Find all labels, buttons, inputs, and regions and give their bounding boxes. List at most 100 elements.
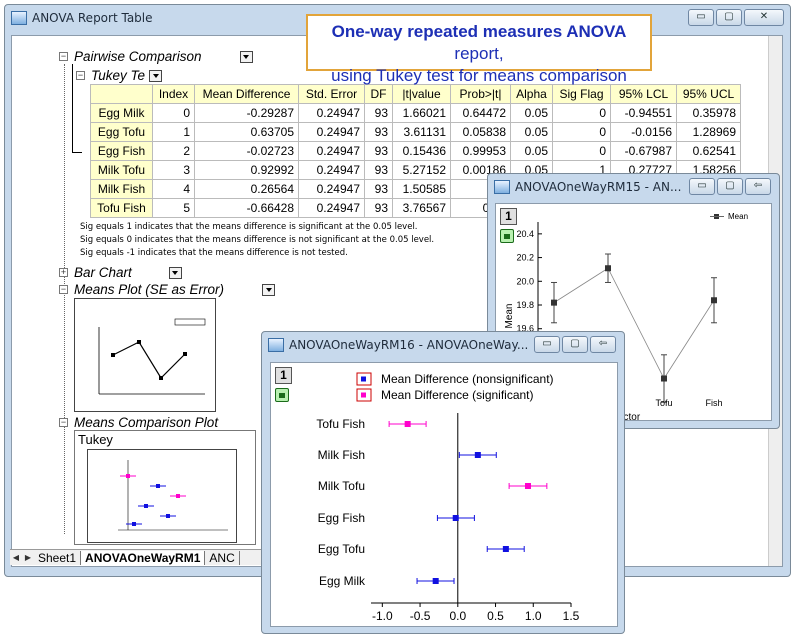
legend-label: Mean [728, 212, 748, 221]
layer-number[interactable]: 1 [275, 367, 292, 384]
table-cell: 0 [552, 122, 611, 142]
table-row[interactable]: Egg Fish 2 -0.02723 0.24947 93 0.15436 0.99953… [90, 141, 741, 161]
data-point [711, 297, 717, 304]
tab-scroll-right-icon[interactable]: ▶ [22, 553, 34, 562]
table-cell: -0.67987 [610, 141, 677, 161]
means-plot-thumbnail-graphic [98, 318, 206, 395]
column-header: Std. Error [298, 84, 365, 104]
worksheet-icon [11, 11, 27, 25]
sheet-tab[interactable]: ANC [205, 550, 240, 565]
table-row[interactable]: Egg Milk 0 -0.29287 0.24947 93 1.66021 0.64472… [90, 103, 741, 123]
collapse-icon[interactable]: − [59, 52, 68, 61]
table-row[interactable]: Egg Tofu 1 0.63705 0.24947 93 3.61131 0.05838 0… [90, 122, 741, 142]
column-header: |t|value [392, 84, 451, 104]
restore-button[interactable]: ⇦ [590, 336, 616, 353]
table-cell: 0.05 [510, 122, 553, 142]
y-tick-label: 20.2 [516, 253, 534, 263]
restore-button[interactable]: ⇦ [745, 178, 771, 195]
mean-diff-point [474, 452, 481, 458]
section-pairwise[interactable]: − Pairwise Comparison [59, 49, 253, 64]
table-cell: 93 [364, 160, 393, 180]
mean-diff-point [524, 483, 531, 489]
table-cell: 93 [364, 122, 393, 142]
sheet-tab-bar: ◀ ▶ Sheet1 ANOVAOneWayRM1 ANC [10, 549, 268, 565]
means-plot-thumbnail[interactable] [74, 298, 216, 412]
table-cell: 1.66021 [392, 103, 451, 123]
table-cell: 1 [152, 122, 195, 142]
section-means-plot[interactable]: − Means Plot (SE as Error) [59, 282, 276, 297]
row-label: Tofu Fish [90, 198, 153, 218]
table-cell: 0.05838 [450, 122, 511, 142]
graph16-page: 1 Mean Difference (nonsignificant) Mean D… [270, 362, 618, 627]
row-label: Milk Fish [90, 179, 153, 199]
sheet-tab-active[interactable]: ANOVAOneWayRM1 [81, 550, 206, 565]
row-label: Egg Fish [90, 141, 153, 161]
y-category-label: Egg Fish [318, 511, 365, 525]
table-cell: -0.0156 [610, 122, 677, 142]
table-cell: 0.92992 [194, 160, 299, 180]
y-category-label: Egg Milk [319, 574, 366, 588]
table-cell: 0.26564 [194, 179, 299, 199]
layer-number[interactable]: 1 [500, 208, 517, 225]
mc-thumbnail[interactable] [87, 449, 237, 543]
x-tick-label: -0.5 [410, 609, 431, 623]
table-cell: -0.66428 [194, 198, 299, 218]
collapse-icon[interactable]: − [76, 71, 85, 80]
column-header: DF [364, 84, 393, 104]
graph15-title: ANOVAOneWayRM15 - AN... [515, 180, 682, 194]
column-header: 95% UCL [676, 84, 741, 104]
collapse-icon[interactable]: − [59, 285, 68, 294]
table-cell: -0.94551 [610, 103, 677, 123]
tab-scroll-left-icon[interactable]: ◀ [10, 553, 22, 562]
column-header: Mean Difference [194, 84, 299, 104]
collapse-icon[interactable]: − [59, 418, 68, 427]
table-cell: 0.64472 [450, 103, 511, 123]
maximize-button[interactable]: ▢ [717, 178, 743, 195]
maximize-button[interactable]: ▢ [716, 9, 742, 26]
column-header: Prob>|t| [450, 84, 511, 104]
dropdown-arrow-icon[interactable] [262, 283, 276, 296]
pairwise-label: Pairwise Comparison [74, 49, 202, 64]
lock-icon[interactable] [500, 229, 514, 243]
table-cell: -0.29287 [194, 103, 299, 123]
column-header: Sig Flag [552, 84, 611, 104]
mean-diff-point [404, 421, 411, 427]
row-label: Egg Milk [90, 103, 153, 123]
column-header [90, 84, 153, 104]
means-comparison-label: Means Comparison Plot [74, 415, 219, 430]
table-cell: 1.50585 [392, 179, 451, 199]
dropdown-arrow-icon[interactable] [149, 69, 163, 82]
row-label: Egg Tofu [90, 122, 153, 142]
y-tick-label: 19.8 [516, 300, 534, 310]
column-header: Alpha [510, 84, 553, 104]
table-cell: 0.24947 [298, 179, 365, 199]
minimize-button[interactable]: ▭ [689, 178, 715, 195]
table-cell: 5 [152, 198, 195, 218]
mean-diff-point [432, 578, 439, 584]
note-line: Sig equals 1 indicates that the means di… [80, 222, 418, 232]
section-means-comparison[interactable]: − Means Comparison Plot [59, 415, 218, 430]
dropdown-arrow-icon[interactable] [168, 266, 182, 279]
minimize-button[interactable]: ▭ [688, 9, 714, 26]
minimize-button[interactable]: ▭ [534, 336, 560, 353]
mc-subtitle: Tukey [78, 432, 113, 447]
close-button[interactable]: ✕ [744, 9, 784, 26]
bar-chart-label: Bar Chart [74, 265, 132, 280]
y-axis-label: Mean [504, 303, 515, 328]
y-category-label: Tofu Fish [316, 417, 365, 431]
expand-icon[interactable]: + [59, 268, 68, 277]
table-cell: -0.02723 [194, 141, 299, 161]
dropdown-arrow-icon[interactable] [239, 50, 253, 63]
callout-bold: One-way repeated measures ANOVA [331, 22, 627, 41]
y-tick-label: 20.4 [516, 229, 534, 239]
tree-line [72, 64, 73, 152]
lock-icon[interactable] [275, 388, 289, 402]
table-cell: 0.05 [510, 141, 553, 161]
sheet-tab[interactable]: Sheet1 [34, 550, 82, 565]
legend-marker-sig [361, 392, 366, 398]
table-cell: 0.24947 [298, 160, 365, 180]
section-tukey[interactable]: − Tukey Te [76, 68, 163, 83]
maximize-button[interactable]: ▢ [562, 336, 588, 353]
section-bar-chart[interactable]: + Bar Chart [59, 265, 182, 280]
table-cell: 0.24947 [298, 122, 365, 142]
